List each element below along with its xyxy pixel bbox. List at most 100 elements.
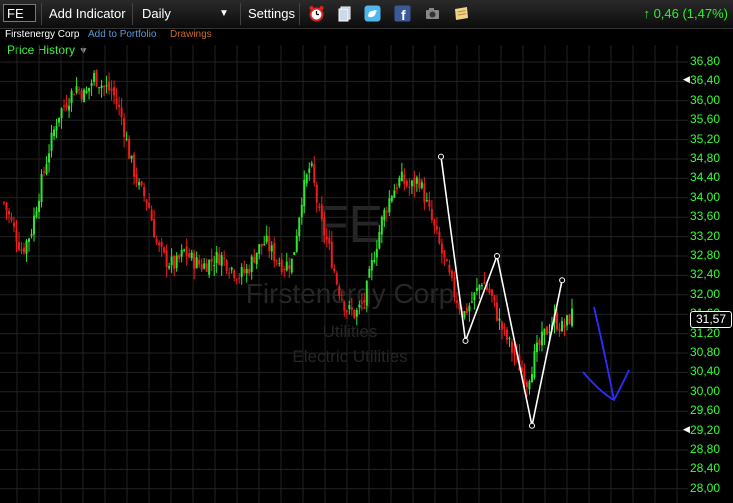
- candle-body: [43, 171, 46, 173]
- candle-body: [270, 245, 273, 252]
- candle-body: [370, 259, 373, 271]
- candle-body: [565, 315, 568, 326]
- candle-body: [130, 155, 133, 159]
- candle-body: [483, 282, 486, 285]
- candle-body: [40, 174, 43, 203]
- candle-body: [558, 328, 561, 331]
- candle-body: [385, 211, 388, 213]
- candle-body: [220, 255, 223, 266]
- candle-body: [178, 255, 181, 259]
- candle-body: [125, 138, 128, 140]
- candle-body: [135, 173, 138, 183]
- candle-body: [115, 98, 118, 104]
- candle-body: [248, 269, 251, 274]
- candle-body: [90, 82, 93, 87]
- candle-body: [268, 236, 271, 251]
- candle-body: [568, 314, 571, 325]
- forecast-arrow-head: [582, 369, 630, 402]
- candle-body: [18, 242, 21, 250]
- candle-body: [160, 242, 163, 247]
- candle-body: [363, 300, 366, 302]
- candle-body: [470, 301, 473, 303]
- candle-body: [325, 236, 328, 240]
- candle-body: [188, 253, 191, 258]
- candle-body: [313, 164, 316, 183]
- candle-body: [350, 307, 353, 310]
- candle-body: [438, 231, 441, 243]
- candle-body: [375, 248, 378, 258]
- pattern-point: [559, 277, 566, 284]
- candle-body: [5, 202, 8, 211]
- candle-body: [400, 171, 403, 181]
- candle-body: [65, 104, 68, 109]
- candle-body: [260, 243, 263, 247]
- candle-body: [223, 257, 226, 259]
- candle-body: [395, 187, 398, 190]
- candle-body: [380, 216, 383, 235]
- axis-marker-low: ◀: [683, 424, 690, 434]
- candle-body: [305, 174, 308, 184]
- candle-body: [35, 211, 38, 218]
- candle-body: [433, 219, 436, 226]
- candle-body: [3, 202, 5, 204]
- candle-body: [530, 374, 533, 383]
- candle-body: [235, 279, 238, 281]
- y-tick-label: 30,80: [690, 345, 721, 359]
- candle-body: [338, 286, 341, 296]
- candle-body: [348, 305, 351, 310]
- candle-body: [105, 85, 108, 87]
- pattern-point: [462, 337, 469, 344]
- candle-body: [288, 265, 291, 269]
- candle-body: [453, 276, 456, 298]
- candle-body: [215, 252, 218, 264]
- candle-body: [28, 238, 31, 242]
- candle-body: [150, 209, 153, 221]
- candle-body: [373, 259, 376, 263]
- candle-body: [225, 260, 228, 272]
- candle-body: [415, 177, 418, 184]
- candle-body: [463, 311, 466, 318]
- candle-body: [555, 312, 558, 330]
- candle-body: [23, 247, 26, 253]
- candle-body: [265, 235, 268, 242]
- candle-body: [113, 87, 116, 96]
- candle-body: [8, 210, 11, 215]
- candle-body: [240, 266, 243, 277]
- candle-body: [198, 259, 201, 265]
- candle-body: [158, 242, 161, 246]
- candle-body: [80, 90, 83, 100]
- candle-body: [343, 301, 346, 311]
- price-chart[interactable]: [0, 0, 733, 503]
- candle-body: [58, 117, 61, 123]
- candle-body: [388, 198, 391, 213]
- candle-body: [498, 318, 501, 321]
- candle-body: [103, 86, 106, 88]
- candle-body: [480, 285, 483, 287]
- candle-body: [263, 243, 266, 245]
- candle-body: [100, 85, 103, 89]
- candle-body: [285, 261, 288, 271]
- candle-body: [393, 190, 396, 198]
- candle-body: [145, 199, 148, 203]
- candle-body: [140, 181, 143, 186]
- candle-body: [63, 105, 66, 107]
- candle-body: [450, 270, 453, 278]
- candle-body: [298, 217, 301, 236]
- candle-body: [83, 89, 86, 103]
- candle-body: [340, 298, 343, 300]
- candle-body: [508, 338, 511, 340]
- candle-body: [420, 182, 423, 189]
- candle-body: [85, 90, 88, 93]
- pattern-point: [494, 253, 500, 259]
- candle-body: [538, 340, 541, 345]
- candle-body: [328, 237, 331, 244]
- candle-body: [123, 118, 126, 137]
- candle-body: [353, 310, 356, 318]
- candle-body: [110, 88, 113, 91]
- candle-body: [440, 243, 443, 254]
- candle-body: [230, 267, 233, 270]
- candle-body: [153, 218, 156, 238]
- candle-body: [60, 108, 63, 119]
- candle-body: [398, 177, 401, 187]
- candle-body: [390, 196, 393, 202]
